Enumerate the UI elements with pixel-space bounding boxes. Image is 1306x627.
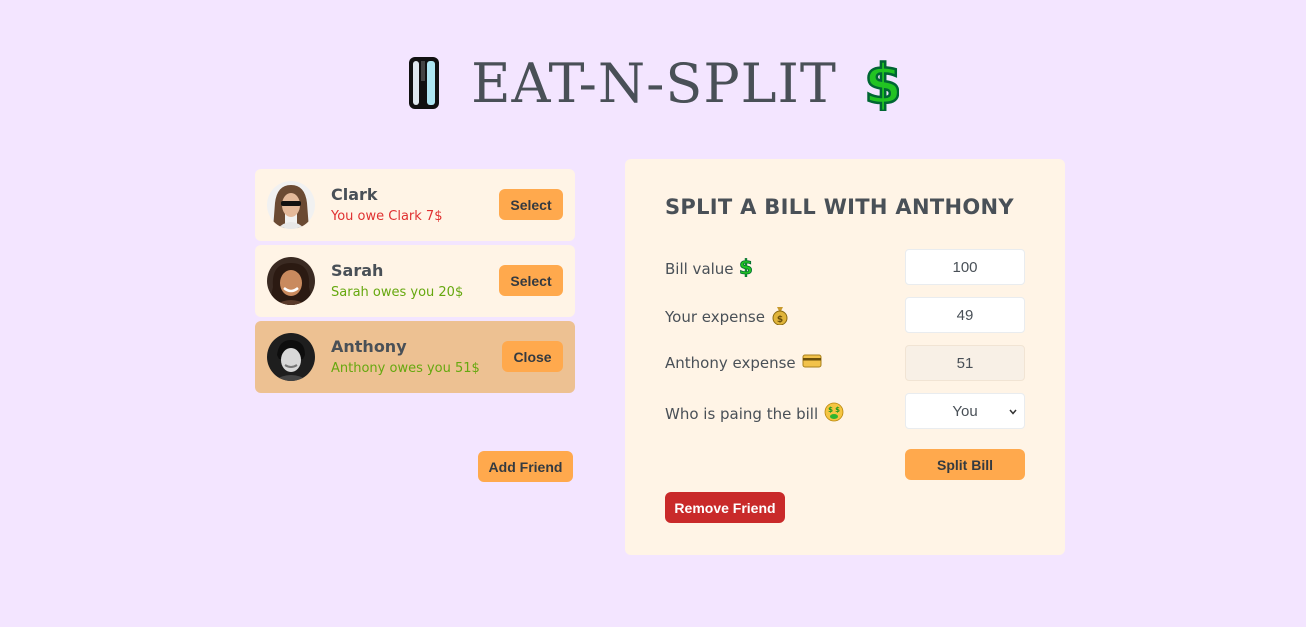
friend-item-clark: Clark You owe Clark 7$ Select (255, 169, 575, 241)
bill-value: 100 (952, 258, 978, 276)
avatar (267, 181, 315, 229)
friend-expense-label: Anthony expense (665, 353, 822, 373)
friend-name: Clark (331, 185, 378, 204)
form-title: SPLIT A BILL WITH ANTHONY (665, 195, 1014, 219)
friend-expense-label-text: Anthony expense (665, 354, 796, 372)
payer-label: Who is paing the bill $ $ (665, 402, 844, 426)
bill-value-label-text: Bill value (665, 260, 734, 278)
your-expense-label: Your expense $ (665, 305, 789, 329)
friend-balance: Anthony owes you 51$ (331, 361, 480, 376)
avatar (267, 257, 315, 305)
svg-text:$: $ (835, 406, 840, 414)
dollar-icon: $ (738, 255, 753, 281)
split-bill-form: SPLIT A BILL WITH ANTHONY Bill value $ 1… (625, 159, 1065, 555)
friend-expense-value: 51 (956, 354, 974, 372)
your-expense-value: 49 (956, 306, 974, 324)
bill-value-label: Bill value $ (665, 255, 753, 281)
payer-select[interactable]: You (905, 393, 1025, 429)
app-header: EAT-N-SPLIT $ (0, 50, 1306, 116)
friend-balance: You owe Clark 7$ (331, 209, 443, 224)
fork-icon (407, 55, 441, 111)
payer-selected-value: You (952, 402, 978, 420)
money-mouth-face-icon: $ $ (824, 402, 844, 426)
split-bill-button[interactable]: Split Bill (905, 449, 1025, 480)
credit-card-icon (802, 353, 822, 373)
avatar (267, 333, 315, 381)
chevron-down-icon (1008, 405, 1018, 422)
friend-item-sarah: Sarah Sarah owes you 20$ Select (255, 245, 575, 317)
svg-text:$: $ (867, 55, 899, 111)
dollar-icon: $ (867, 55, 899, 111)
svg-text:$: $ (828, 406, 833, 414)
your-expense-input[interactable]: 49 (905, 297, 1025, 333)
payer-label-text: Who is paing the bill (665, 405, 819, 423)
remove-friend-button[interactable]: Remove Friend (665, 492, 785, 523)
friend-balance: Sarah owes you 20$ (331, 285, 464, 300)
money-bag-icon: $ (771, 305, 789, 329)
svg-text:$: $ (740, 257, 752, 277)
add-friend-button[interactable]: Add Friend (478, 451, 573, 482)
friend-name: Sarah (331, 261, 384, 280)
friend-expense-input: 51 (905, 345, 1025, 381)
select-button[interactable]: Select (499, 265, 563, 296)
friend-list: Clark You owe Clark 7$ Select Sarah Sara… (255, 169, 575, 397)
your-expense-label-text: Your expense (665, 308, 765, 326)
select-button[interactable]: Select (499, 189, 563, 220)
app-title: EAT-N-SPLIT (471, 51, 837, 115)
svg-text:$: $ (777, 315, 783, 325)
close-button[interactable]: Close (502, 341, 563, 372)
bill-value-input[interactable]: 100 (905, 249, 1025, 285)
friend-item-anthony: Anthony Anthony owes you 51$ Close (255, 321, 575, 393)
friend-name: Anthony (331, 337, 407, 356)
